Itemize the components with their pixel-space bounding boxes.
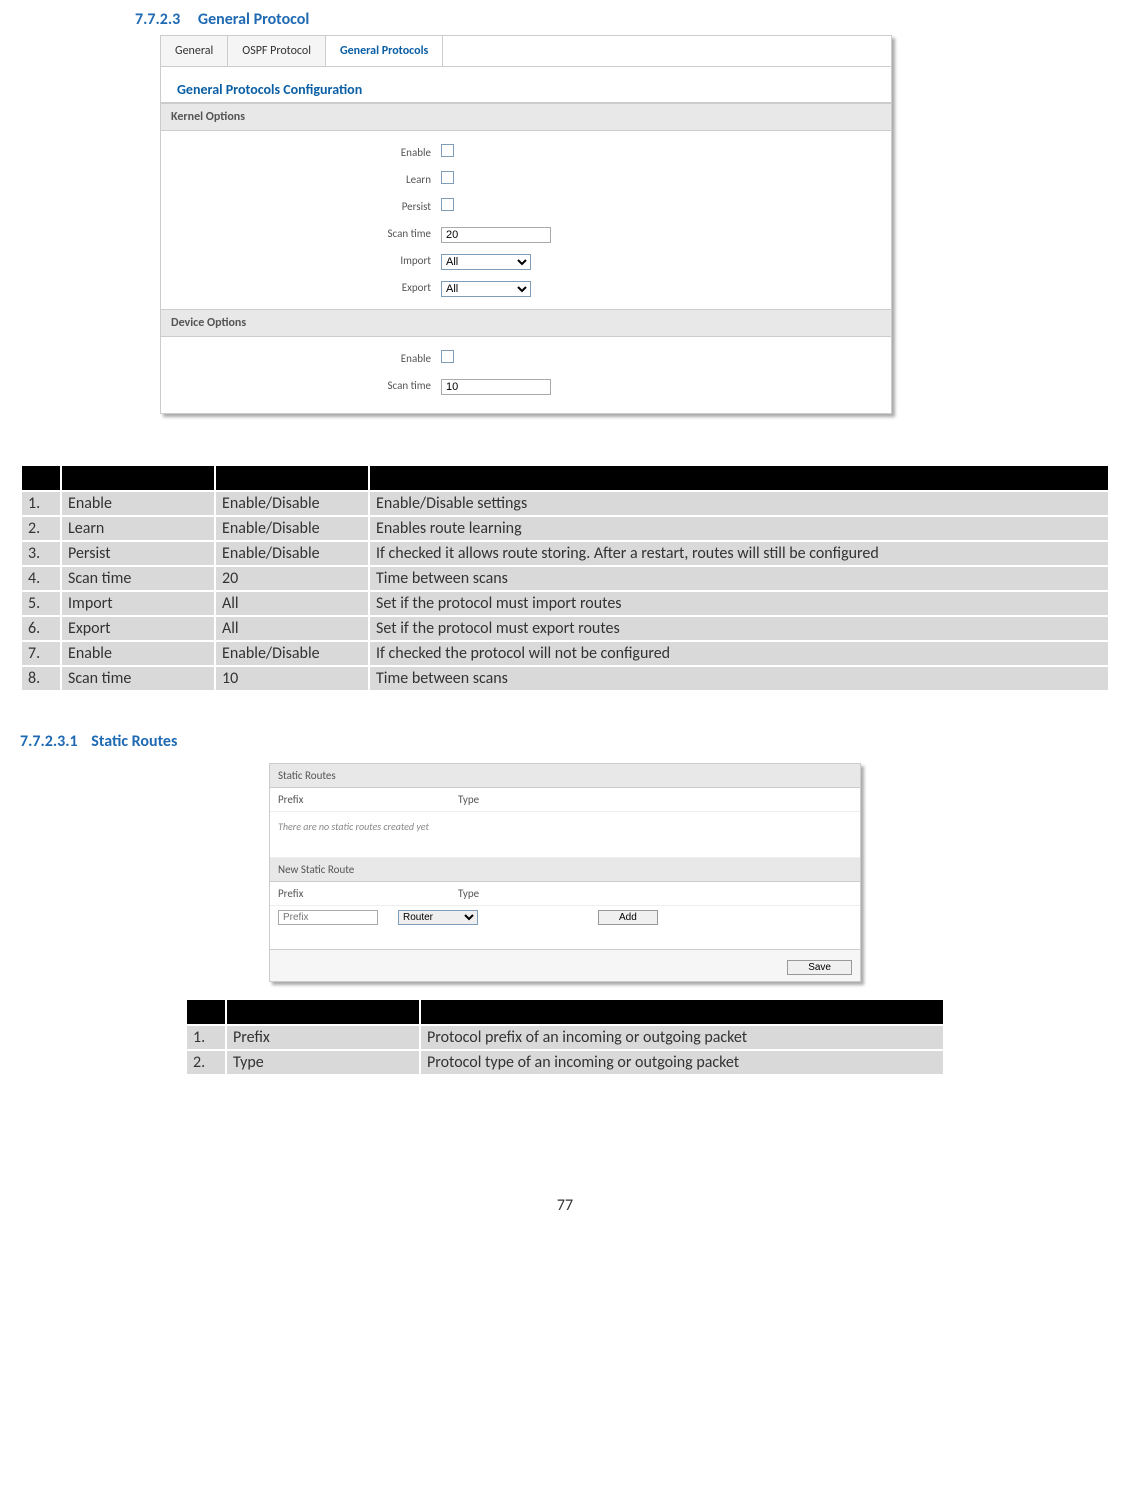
enable-label: Enable	[161, 146, 441, 159]
static-routes-header: Static Routes	[270, 764, 860, 788]
subsection-heading: 7.7.2.3.1 Static Routes	[20, 732, 1110, 751]
table-row: 1.PrefixProtocol prefix of an incoming o…	[186, 1025, 944, 1050]
learn-checkbox[interactable]	[441, 171, 454, 184]
table-row: 4.Scan time20Time between scans	[21, 566, 1109, 591]
type-column-2: Type	[458, 887, 479, 900]
subsection-title: Static Routes	[91, 732, 177, 751]
scan-time-label: Scan time	[161, 227, 441, 240]
table-row: 8.Scan time10Time between scans	[21, 666, 1109, 691]
tab-ospf[interactable]: OSPF Protocol	[228, 36, 326, 66]
subsection-number: 7.7.2.3.1	[20, 732, 78, 751]
table-row: 6.ExportAllSet if the protocol must expo…	[21, 616, 1109, 641]
table-row: 5.ImportAllSet if the protocol must impo…	[21, 591, 1109, 616]
table-row: 2.TypeProtocol type of an incoming or ou…	[186, 1050, 944, 1075]
persist-checkbox[interactable]	[441, 198, 454, 211]
tab-general[interactable]: General	[161, 36, 228, 66]
scan-time-input[interactable]	[441, 227, 551, 243]
params-table-1: 1.EnableEnable/DisableEnable/Disable set…	[20, 464, 1110, 692]
import-select[interactable]: All	[441, 254, 531, 270]
persist-label: Persist	[161, 200, 441, 213]
panel-title: General Protocols Configuration	[161, 67, 891, 103]
tab-bar: General OSPF Protocol General Protocols	[161, 36, 891, 67]
import-label: Import	[161, 254, 441, 267]
export-label: Export	[161, 281, 441, 294]
device-scan-input[interactable]	[441, 379, 551, 395]
table-row: 1.EnableEnable/DisableEnable/Disable set…	[21, 491, 1109, 516]
section-title: General Protocol	[198, 10, 309, 29]
kernel-options-header: Kernel Options	[161, 103, 891, 131]
new-route-columns: Prefix Type	[270, 882, 860, 906]
prefix-input[interactable]	[278, 910, 378, 925]
new-static-route-header: New Static Route	[270, 858, 860, 882]
export-select[interactable]: All	[441, 281, 531, 297]
enable-checkbox[interactable]	[441, 144, 454, 157]
prefix-column-2: Prefix	[278, 887, 458, 900]
screenshot-general-protocols: General OSPF Protocol General Protocols …	[160, 35, 892, 414]
device-enable-label: Enable	[161, 352, 441, 365]
params-table-2: 1.PrefixProtocol prefix of an incoming o…	[185, 998, 945, 1076]
device-scan-label: Scan time	[161, 379, 441, 392]
learn-label: Learn	[161, 173, 441, 186]
table-row: 2.LearnEnable/DisableEnables route learn…	[21, 516, 1109, 541]
device-options-header: Device Options	[161, 309, 891, 337]
device-enable-checkbox[interactable]	[441, 350, 454, 363]
empty-message: There are no static routes created yet	[270, 812, 860, 858]
table-row: 7.EnableEnable/DisableIf checked the pro…	[21, 641, 1109, 666]
static-routes-columns: Prefix Type	[270, 788, 860, 812]
section-heading: 7.7.2.3 General Protocol	[135, 10, 1110, 29]
table-row: 3.PersistEnable/DisableIf checked it all…	[21, 541, 1109, 566]
type-column: Type	[458, 793, 479, 806]
type-select[interactable]: Router	[398, 910, 478, 925]
prefix-column: Prefix	[278, 793, 458, 806]
page-number: 77	[20, 1196, 1110, 1215]
save-button[interactable]: Save	[787, 960, 852, 975]
screenshot-static-routes: Static Routes Prefix Type There are no s…	[269, 763, 861, 982]
tab-general-protocols[interactable]: General Protocols	[326, 36, 443, 66]
section-number: 7.7.2.3	[135, 10, 180, 29]
add-button[interactable]: Add	[598, 910, 658, 925]
